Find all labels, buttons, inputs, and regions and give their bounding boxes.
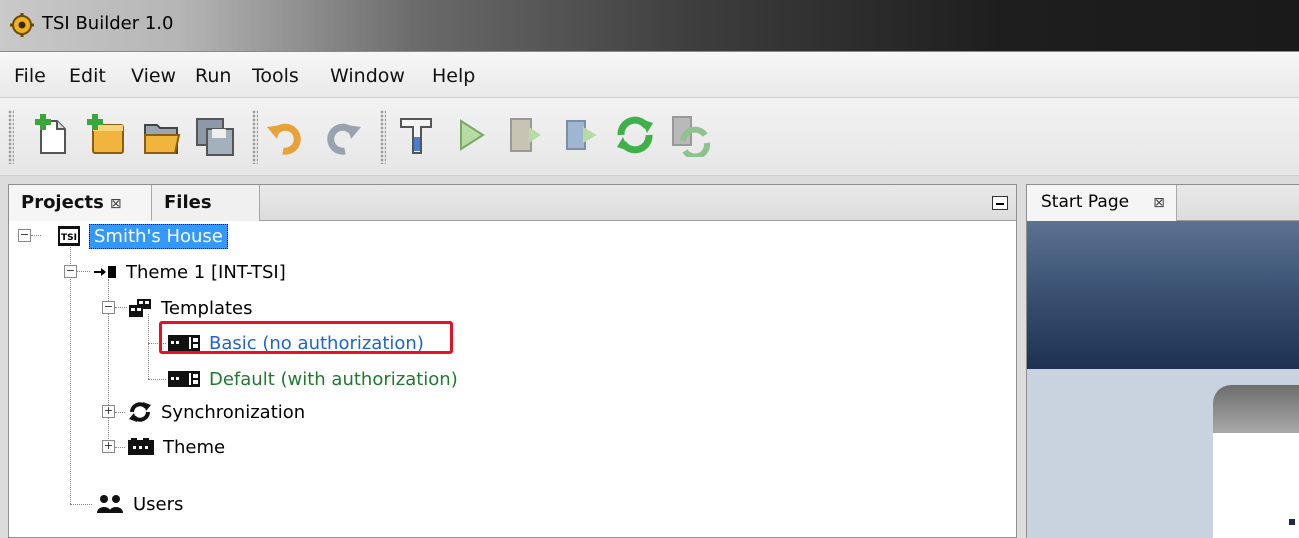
tree-line — [148, 314, 149, 379]
redo-icon — [327, 123, 361, 155]
menu-help[interactable]: Help — [432, 65, 475, 87]
theme-module-icon — [94, 266, 116, 278]
tree-node-label: Default (with authorization) — [209, 368, 458, 390]
synchronize-icon — [617, 116, 653, 154]
template-icon — [168, 335, 200, 351]
templates-folder-icon — [129, 299, 151, 317]
tree-node-project[interactable]: TSI Smith's House — [57, 221, 228, 251]
new-project-button[interactable] — [80, 108, 130, 162]
tab-start-page[interactable]: Start Page ⊠ — [1027, 185, 1177, 221]
tab-projects[interactable]: Projects ⊠ — [9, 185, 152, 221]
collapse-toggle[interactable]: − — [18, 229, 31, 242]
tree-node-theme1[interactable]: Theme 1 [INT-TSI] — [92, 257, 286, 287]
tab-projects-label: Projects — [21, 192, 104, 213]
toolbar-grip[interactable] — [380, 110, 386, 164]
redo-button[interactable] — [316, 108, 366, 162]
toolbar-grip[interactable] — [8, 110, 14, 164]
tree-line — [148, 379, 166, 380]
tree-node-template-basic[interactable]: Basic (no authorization) — [167, 328, 424, 358]
open-project-button[interactable] — [136, 108, 186, 162]
close-icon[interactable]: ⊠ — [110, 196, 122, 212]
project-tree: − TSI Smith's House − Theme 1 [INT-TSI] — [9, 221, 1016, 538]
menu-run[interactable]: Run — [195, 65, 231, 87]
window-title: TSI Builder 1.0 — [42, 13, 174, 34]
tree-node-theme[interactable]: Theme — [127, 432, 225, 462]
tab-files[interactable]: Files — [152, 185, 260, 221]
undo-icon — [267, 123, 301, 155]
tree-line — [31, 235, 41, 236]
synchronize-all-button[interactable] — [664, 108, 714, 162]
tree-line — [115, 412, 125, 413]
deploy-button[interactable] — [500, 108, 550, 162]
new-project-icon — [87, 114, 124, 154]
projects-tabstrip: Projects ⊠ Files — [9, 185, 1016, 221]
collapse-toggle[interactable]: − — [64, 265, 77, 278]
synchronize-all-icon — [672, 116, 711, 157]
tree-node-label: Users — [133, 493, 184, 515]
projects-panel: Projects ⊠ Files − TSI Smith's House − T… — [8, 184, 1017, 538]
project-badge-text: TSI — [61, 233, 77, 243]
expand-toggle[interactable]: + — [102, 440, 115, 453]
toolbar — [0, 98, 1299, 176]
start-page-marker — [1289, 519, 1295, 525]
tree-line — [70, 504, 92, 505]
menu-tools[interactable]: Tools — [252, 65, 299, 87]
run-button[interactable] — [446, 108, 496, 162]
tree-node-templates[interactable]: Templates — [127, 293, 253, 323]
synchronization-icon — [129, 402, 151, 422]
editor-tabstrip: Start Page ⊠ — [1027, 185, 1299, 221]
save-all-icon — [196, 118, 234, 156]
tree-line — [76, 271, 90, 272]
menu-view[interactable]: View — [131, 65, 176, 87]
build-hammer-icon — [400, 118, 432, 154]
start-page-body — [1027, 369, 1299, 538]
menu-file[interactable]: File — [14, 65, 46, 87]
tree-node-label: Basic (no authorization) — [209, 332, 424, 354]
minimize-icon[interactable] — [992, 196, 1008, 210]
tree-line — [115, 447, 125, 448]
toolbar-grip[interactable] — [252, 110, 258, 164]
gear-icon — [10, 13, 34, 37]
menu-bar: File Edit View Run Tools Window Help — [0, 52, 1299, 98]
close-icon[interactable]: ⊠ — [1153, 195, 1165, 211]
build-button[interactable] — [392, 108, 442, 162]
tree-node-synchronization[interactable]: Synchronization — [127, 397, 305, 427]
new-file-button[interactable] — [26, 108, 76, 162]
synchronize-button[interactable] — [610, 108, 660, 162]
deploy-icon — [510, 118, 541, 152]
theme-icon — [128, 438, 154, 455]
tab-files-label: Files — [164, 192, 212, 213]
deploy-to-button[interactable] — [556, 108, 606, 162]
tab-start-page-label: Start Page — [1041, 192, 1130, 212]
menu-edit[interactable]: Edit — [69, 65, 106, 87]
tree-node-label: Synchronization — [161, 401, 306, 423]
template-icon — [168, 371, 200, 387]
tree-node-label: Templates — [161, 297, 253, 319]
undo-button[interactable] — [262, 108, 312, 162]
tree-node-label: Theme — [163, 436, 226, 458]
tree-node-label: Theme 1 [INT-TSI] — [126, 261, 286, 283]
tree-node-label: Smith's House — [89, 223, 228, 249]
users-icon — [97, 495, 123, 513]
title-bar: TSI Builder 1.0 — [0, 0, 1299, 52]
editor-panel: Start Page ⊠ — [1026, 184, 1299, 538]
open-project-icon — [144, 124, 181, 154]
save-all-button[interactable] — [190, 108, 240, 162]
tree-node-users[interactable]: Users — [95, 489, 183, 519]
menu-window[interactable]: Window — [330, 65, 405, 87]
panel-area: Projects ⊠ Files − TSI Smith's House − T… — [0, 176, 1299, 538]
new-file-icon — [35, 114, 66, 154]
collapse-toggle[interactable]: − — [102, 301, 115, 314]
tree-node-template-default[interactable]: Default (with authorization) — [167, 364, 458, 394]
start-page-card — [1213, 385, 1299, 538]
deploy-target-icon — [566, 120, 597, 150]
tsi-project-icon: TSI — [58, 226, 80, 246]
expand-toggle[interactable]: + — [102, 405, 115, 418]
run-icon — [460, 119, 485, 151]
tree-line — [70, 243, 71, 504]
tree-line — [115, 307, 127, 308]
start-page-banner — [1027, 221, 1299, 369]
